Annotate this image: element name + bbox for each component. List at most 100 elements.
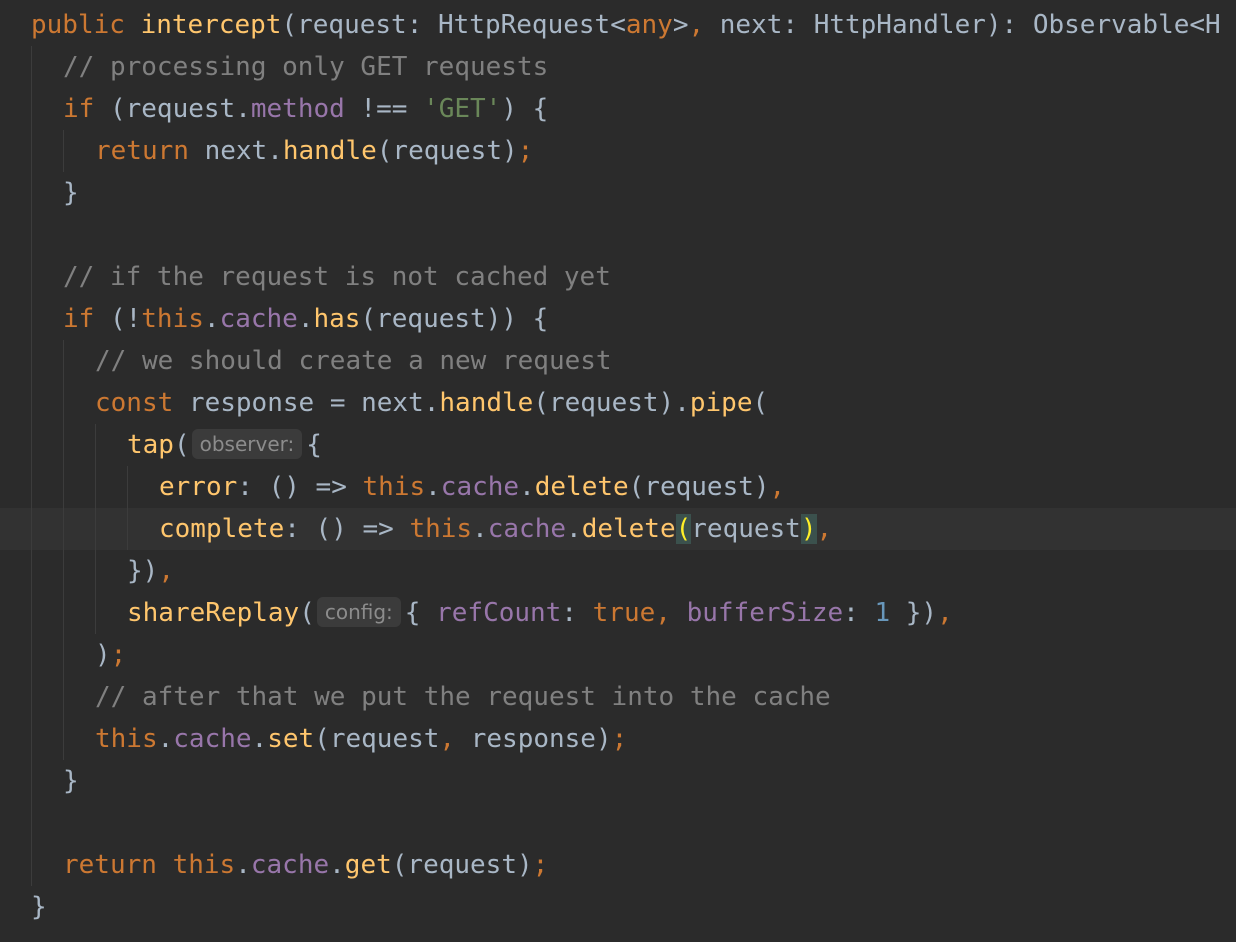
indent-guide [31, 382, 32, 424]
code-token: true [592, 598, 656, 628]
indent-guide [31, 802, 32, 844]
code-token: ; [611, 724, 628, 754]
code-token: . [519, 472, 535, 502]
code-line-21[interactable]: return this.cache.get(request); [0, 844, 1236, 886]
code-line-17[interactable]: // after that we put the request into th… [0, 676, 1236, 718]
code-token: set [267, 724, 315, 754]
code-token: . [425, 472, 441, 502]
code-line-20[interactable] [0, 802, 1236, 844]
code-token: . [251, 724, 268, 754]
indent-guide [31, 130, 32, 172]
code-line-5[interactable]: } [0, 172, 1236, 214]
code-token: : [561, 598, 593, 628]
code-line-12[interactable]: error: () => this.cache.delete(request), [0, 466, 1236, 508]
code-token: : [843, 598, 875, 628]
code-line-19[interactable]: } [0, 760, 1236, 802]
code-token: bufferSize [686, 598, 844, 628]
indent-guide [63, 424, 64, 466]
indent-guide [31, 340, 32, 382]
indent-guide [31, 214, 32, 256]
code-token: intercept [140, 10, 282, 40]
code-token: this [172, 850, 236, 880]
code-token: ) { [501, 94, 549, 124]
code-token: next. [188, 136, 283, 166]
indent-guide [63, 382, 64, 424]
code-line-15[interactable]: shareReplay(config:{ refCount: true, buf… [0, 592, 1236, 634]
code-token: this [362, 472, 426, 502]
code-line-9[interactable]: // we should create a new request [0, 340, 1236, 382]
code-line-11[interactable]: tap(observer:{ [0, 424, 1236, 466]
code-line-text: tap(observer:{ [127, 424, 322, 466]
code-token: , [688, 10, 705, 40]
code-token: cache [219, 304, 298, 334]
indent-guide [31, 844, 32, 886]
indent-guide [127, 508, 128, 550]
code-comment: // if the request is not cached yet [63, 262, 611, 292]
code-line-2[interactable]: // processing only GET requests [0, 46, 1236, 88]
code-token: . [297, 304, 314, 334]
code-token: . [329, 850, 345, 880]
code-line-text: }), [127, 550, 174, 592]
code-token: (request: HttpRequest< [281, 10, 626, 40]
code-token: tap [127, 430, 174, 460]
code-token: cache [440, 472, 520, 502]
code-line-16[interactable]: ); [0, 634, 1236, 676]
code-token: shareReplay [127, 598, 300, 628]
indent-guide [31, 718, 32, 760]
code-line-text: } [63, 766, 79, 796]
indent-guide [31, 424, 32, 466]
code-token: complete [159, 514, 285, 544]
code-token: const [95, 388, 174, 418]
code-token: , [158, 556, 174, 586]
code-line-text: const response = next.handle(request).pi… [95, 382, 768, 424]
matched-open-paren: ( [675, 514, 692, 544]
code-token: (request). [533, 388, 690, 418]
code-line-6[interactable] [0, 214, 1236, 256]
code-line-text: this.cache.set(request, response); [95, 718, 627, 760]
code-line-text: } [31, 892, 47, 922]
indent-guide [31, 466, 32, 508]
code-token: request [691, 514, 801, 544]
code-token: delete [534, 472, 629, 502]
code-token: refCount [436, 598, 562, 628]
code-token: return [63, 850, 157, 880]
code-token: (request)) { [360, 304, 549, 334]
code-token: method [250, 94, 345, 124]
code-line-text: public intercept(request: HttpRequest<an… [31, 4, 1221, 46]
indent-guide [31, 676, 32, 718]
code-token: cache [487, 514, 567, 544]
code-token: (request) [628, 472, 770, 502]
code-line-4[interactable]: return next.handle(request); [0, 130, 1236, 172]
indent-guide [95, 550, 96, 592]
indent-guide [31, 550, 32, 592]
code-token: delete [581, 514, 676, 544]
code-editor[interactable]: public intercept(request: HttpRequest<an… [0, 0, 1236, 942]
code-token: , [769, 472, 786, 502]
indent-guide [95, 424, 96, 466]
matched-close-paren: ) [800, 514, 817, 544]
code-line-10[interactable]: const response = next.handle(request).pi… [0, 382, 1236, 424]
code-line-8[interactable]: if (!this.cache.has(request)) { [0, 298, 1236, 340]
code-token: (request) [391, 850, 533, 880]
code-line-text: if (!this.cache.has(request)) { [63, 298, 548, 340]
code-token: response = next. [173, 388, 440, 418]
code-token: response) [455, 724, 612, 754]
code-line-7[interactable]: // if the request is not cached yet [0, 256, 1236, 298]
indent-guide [63, 466, 64, 508]
code-line-1[interactable]: public intercept(request: HttpRequest<an… [0, 4, 1236, 46]
code-line-18[interactable]: this.cache.set(request, response); [0, 718, 1236, 760]
code-line-3[interactable]: if (request.method !== 'GET') { [0, 88, 1236, 130]
parameter-hint-config: config: [316, 597, 401, 627]
code-line-22[interactable]: } [0, 886, 1236, 928]
code-token: . [472, 514, 488, 544]
code-comment: // after that we put the request into th… [95, 682, 831, 712]
indent-guide [31, 256, 32, 298]
code-line-13-current[interactable]: complete: () => this.cache.delete(reques… [0, 508, 1236, 550]
code-token: { [306, 430, 322, 460]
code-token: (! [94, 304, 142, 334]
indent-guide [95, 592, 96, 634]
indent-guide [31, 46, 32, 88]
code-line-14[interactable]: }), [0, 550, 1236, 592]
indent-guide [63, 718, 64, 760]
